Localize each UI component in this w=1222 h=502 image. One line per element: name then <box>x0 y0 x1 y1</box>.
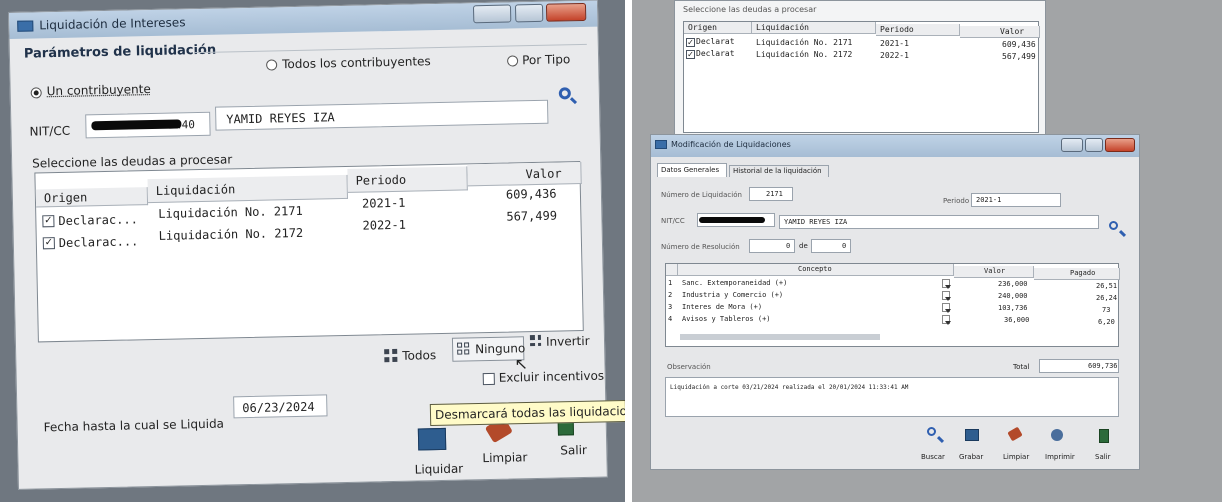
radio-one-taxpayer[interactable] <box>30 87 42 99</box>
close-button[interactable] <box>545 2 587 22</box>
resolution-total-field[interactable]: 0 <box>811 239 851 253</box>
select-all-icon <box>384 348 398 363</box>
redaction-mark <box>91 119 182 131</box>
exit-door-icon <box>1099 429 1109 443</box>
observation-textarea[interactable]: Liquidación a corte 03/21/2024 realizada… <box>665 377 1119 417</box>
close-button[interactable] <box>1105 138 1135 152</box>
right-screenshot-panel: Seleccione las deudas a procesar Origen … <box>632 0 1222 502</box>
col-origin-header[interactable]: Origen <box>35 187 149 208</box>
dropdown-icon[interactable] <box>942 279 951 289</box>
search-icon[interactable] <box>1109 221 1118 230</box>
invert-icon <box>529 334 542 347</box>
bg-debts-table: Origen Liquidación Periodo Valor ✓ Decla… <box>683 21 1040 133</box>
search-icon <box>927 427 936 436</box>
invert-button[interactable]: Invertir <box>528 331 594 354</box>
radio-all-taxpayers[interactable] <box>266 59 278 71</box>
left-screenshot-panel: Liquidación de Intereses Parámetros de l… <box>0 0 625 502</box>
liquidation-titlebar: Liquidación de Intereses <box>9 0 598 39</box>
save-icon <box>965 429 979 441</box>
nit-label: NIT/CC <box>29 123 71 139</box>
maximize-button[interactable] <box>1085 138 1103 152</box>
date-label: Fecha hasta la cual se Liquida <box>43 416 225 435</box>
date-input[interactable]: 06/23/2024 <box>233 394 328 419</box>
tooltip: Desmarcará todas las liquidaciones <box>429 399 625 427</box>
modify-titlebar: Modificación de Liquidaciones <box>651 135 1139 157</box>
minimize-button[interactable] <box>472 4 512 24</box>
tab-general[interactable]: Datos Generales <box>657 163 727 177</box>
liquidate-button[interactable]: Liquidar <box>414 427 463 479</box>
eraser-icon <box>1007 426 1023 442</box>
concepts-table: Concepto Valor Pagado 1 Sanc. Extemporan… <box>665 263 1120 347</box>
taxpayer-name-field: YAMID REYES IZA <box>779 215 1099 229</box>
col-liquidation-header[interactable]: Liquidación <box>147 174 348 204</box>
total-field: 609,736 <box>1039 359 1119 373</box>
radio-by-type-label: Por Tipo <box>521 52 571 68</box>
save-button[interactable]: Grabar <box>953 427 993 465</box>
printer-icon <box>1051 429 1063 441</box>
clean-button[interactable]: Limpiar <box>478 416 529 471</box>
row-checkbox[interactable]: ✓ <box>42 215 55 228</box>
debts-label: Seleccione las deudas a procesar <box>32 152 233 171</box>
horizontal-scrollbar[interactable] <box>680 334 880 340</box>
print-button[interactable]: Imprimir <box>1039 427 1079 465</box>
select-all-button[interactable]: Todos <box>382 344 442 367</box>
maximize-button[interactable] <box>514 3 544 23</box>
col-value-header[interactable]: Valor <box>467 162 582 187</box>
liquidation-number-field: 2171 <box>749 187 793 201</box>
window-title: Liquidación de Intereses <box>39 15 186 33</box>
dropdown-icon[interactable] <box>942 303 951 313</box>
app-icon <box>17 20 34 32</box>
dropdown-icon[interactable] <box>942 291 951 301</box>
taxpayer-name-field: YAMID REYES IZA <box>215 99 549 131</box>
row-checkbox[interactable]: ✓ <box>42 237 55 250</box>
deselect-icon <box>457 342 470 355</box>
radio-by-type[interactable] <box>507 55 519 67</box>
debts-table: Origen Liquidación Periodo Valor ✓ Decla… <box>34 161 584 343</box>
col-period-header[interactable]: Periodo <box>347 166 468 193</box>
search-icon[interactable] <box>558 87 571 100</box>
redaction-mark <box>699 217 765 223</box>
dropdown-icon[interactable] <box>942 315 951 325</box>
period-field[interactable]: 2021-1 <box>971 193 1061 207</box>
radio-one-label: Un contribuyente <box>46 82 151 99</box>
resolution-number-field[interactable]: 0 <box>749 239 795 253</box>
tab-history[interactable]: Historial de la liquidación <box>729 165 829 177</box>
exclude-incentives-label: Excluir incentivos <box>498 368 605 385</box>
background-window: Seleccione las deudas a procesar Origen … <box>674 0 1046 140</box>
exclude-incentives-checkbox[interactable] <box>482 372 495 386</box>
taxpayer-name: YAMID REYES IZA <box>226 110 335 127</box>
minimize-button[interactable] <box>1061 138 1083 152</box>
clean-button[interactable]: Limpiar <box>997 426 1037 465</box>
exit-button[interactable]: Salir <box>1085 427 1125 465</box>
params-group-title: Parámetros de liquidación <box>23 42 217 62</box>
search-button[interactable]: Buscar <box>915 427 955 465</box>
radio-all-label: Todos los contribuyentes <box>282 54 431 72</box>
modify-liquidations-window: Modificación de Liquidaciones Datos Gene… <box>650 134 1140 470</box>
calculator-icon <box>417 427 447 451</box>
